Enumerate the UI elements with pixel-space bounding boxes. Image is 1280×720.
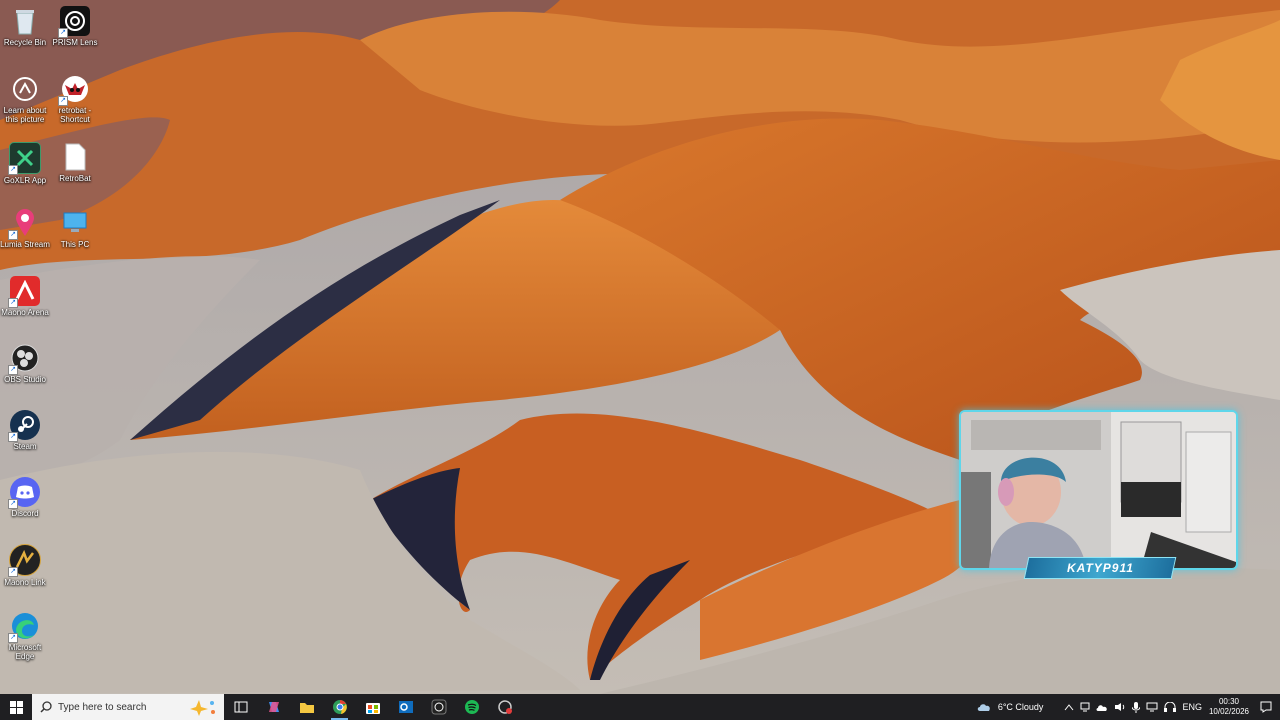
outlook-icon (398, 701, 413, 713)
retrobat-icon: ↗ (58, 74, 90, 106)
taskbar: 6°C Cloudy ENG 00:30 10/02/2026 (0, 694, 1280, 720)
windows-logo-icon (9, 700, 23, 714)
file-explorer-button[interactable] (290, 694, 323, 720)
headset-button[interactable] (1164, 702, 1177, 712)
desktop-icon-discord[interactable]: ↗ Discord (0, 477, 50, 518)
spotify-button[interactable] (455, 694, 488, 720)
chrome-icon (332, 700, 347, 714)
desktop-icon-maono-arena[interactable]: ↗ Maono Arena (0, 276, 50, 317)
discord-icon: ↗ (8, 477, 40, 509)
maono-arena-icon: ↗ (8, 276, 40, 308)
this-pc-icon (60, 208, 90, 238)
desktop-icon-label: OBS Studio (4, 375, 46, 384)
tray-icon-1[interactable] (1080, 702, 1090, 712)
notifications-button[interactable] (1260, 701, 1272, 713)
obs-icon (431, 699, 446, 715)
store-icon (365, 703, 380, 714)
clock-time: 00:30 (1218, 697, 1239, 706)
desktop-icon-label: GoXLR App (3, 176, 47, 185)
start-button[interactable] (0, 694, 32, 720)
desktop-icon-learn-about-picture[interactable]: Learn about this picture (0, 74, 50, 124)
spotify-icon (464, 700, 479, 714)
clock-date: 10/02/2026 (1208, 707, 1249, 716)
app-icon (497, 700, 512, 714)
weather-text: 6°C Cloudy (997, 702, 1044, 712)
recycle-bin-icon (10, 6, 40, 36)
desktop-icon-lumia-stream[interactable]: ↗ Lumia Stream (0, 208, 50, 249)
clock[interactable]: 00:30 10/02/2026 (1209, 697, 1249, 717)
microphone-button[interactable] (1132, 701, 1141, 713)
desktop-icon-grid: Recycle Bin ↗ PRISM Lens Learn about thi… (0, 0, 110, 690)
file-explorer-icon (299, 702, 314, 713)
desktop-icon-label: Maono Arena (1, 308, 49, 317)
desktop-icon-retrobat-shortcut[interactable]: ↗ retrobat - Shortcut (50, 74, 100, 124)
steam-icon: ↗ (8, 410, 40, 442)
lumia-stream-icon: ↗ (8, 208, 40, 240)
task-view-button[interactable] (224, 694, 257, 720)
store-button[interactable] (356, 694, 389, 720)
desktop-icon-label: Discord (11, 509, 39, 518)
cloud-icon (977, 704, 990, 711)
learn-about-picture-icon (10, 74, 40, 104)
webcam-overlay (959, 410, 1238, 570)
obs-studio-icon: ↗ (8, 343, 40, 375)
desktop-icon-microsoft-edge[interactable]: ↗ Microsoft Edge (0, 611, 50, 661)
tray-icon-2[interactable] (1096, 702, 1108, 712)
copilot-icon (268, 702, 279, 712)
file-icon (60, 142, 90, 172)
weather-widget[interactable]: 6°C Cloudy (977, 702, 1044, 712)
onedrive-icon (1096, 705, 1108, 711)
goxlr-icon: ↗ (8, 142, 41, 175)
search-icon (40, 701, 52, 713)
desktop-icon-label: retrobat - Shortcut (58, 106, 92, 124)
desktop-icon-retrobat[interactable]: RetroBat (50, 142, 100, 183)
desktop-icon-label: RetroBat (59, 174, 91, 183)
display-icon (1080, 702, 1090, 712)
desktop-icon-label: This PC (60, 240, 90, 249)
prism-lens-icon: ↗ (58, 6, 90, 38)
obs-button[interactable] (422, 694, 455, 720)
desktop-icon-steam[interactable]: ↗ Steam (0, 410, 50, 451)
desktop-icon-label: Lumia Stream (0, 240, 50, 249)
network-button[interactable] (1146, 702, 1158, 712)
headset-icon (1164, 702, 1177, 712)
desktop-icon-prism-lens[interactable]: ↗ PRISM Lens (50, 6, 100, 47)
desktop-icon-label: Steam (13, 442, 37, 451)
search-box[interactable] (32, 694, 224, 720)
microphone-icon (1132, 701, 1141, 713)
app-button[interactable] (488, 694, 521, 720)
search-input[interactable] (52, 701, 188, 713)
streamer-name-plate: KATYP911 (1023, 557, 1177, 579)
webcam-feed (961, 412, 1236, 568)
edge-icon: ↗ (8, 611, 40, 643)
maono-link-icon: ↗ (8, 544, 41, 577)
volume-button[interactable] (1114, 702, 1126, 712)
outlook-button[interactable] (389, 694, 422, 720)
desktop-icon-label: Recycle Bin (3, 38, 47, 47)
chrome-button[interactable] (323, 694, 356, 720)
copilot-button[interactable] (257, 694, 290, 720)
desktop-icon-this-pc[interactable]: This PC (50, 208, 100, 249)
desktop-icon-goxlr[interactable]: ↗ GoXLR App (0, 142, 50, 185)
desktop-icon-label: Microsoft Edge (8, 643, 42, 661)
desktop-icon-label: Learn about this picture (3, 106, 47, 124)
task-view-icon (234, 701, 247, 713)
speaker-icon (1115, 703, 1125, 711)
desktop-icon-label: PRISM Lens (52, 38, 98, 47)
chevron-up-icon (1065, 704, 1074, 711)
system-tray: 6°C Cloudy ENG 00:30 10/02/2026 (974, 694, 1280, 720)
streamer-name: KATYP911 (1066, 561, 1134, 575)
desktop-icon-label: Maono Link (4, 578, 46, 587)
show-hidden-icons-button[interactable] (1064, 703, 1074, 711)
network-icon (1146, 702, 1158, 712)
search-highlight-icon (190, 700, 215, 716)
notification-icon (1260, 701, 1272, 713)
desktop-icon-recycle-bin[interactable]: Recycle Bin (0, 6, 50, 47)
language-text: ENG (1182, 702, 1202, 712)
desktop-icon-obs-studio[interactable]: ↗ OBS Studio (0, 343, 50, 384)
desktop-wallpaper (0, 0, 1280, 694)
language-indicator[interactable]: ENG (1182, 702, 1202, 712)
desktop-icon-maono-link[interactable]: ↗ Maono Link (0, 544, 50, 587)
